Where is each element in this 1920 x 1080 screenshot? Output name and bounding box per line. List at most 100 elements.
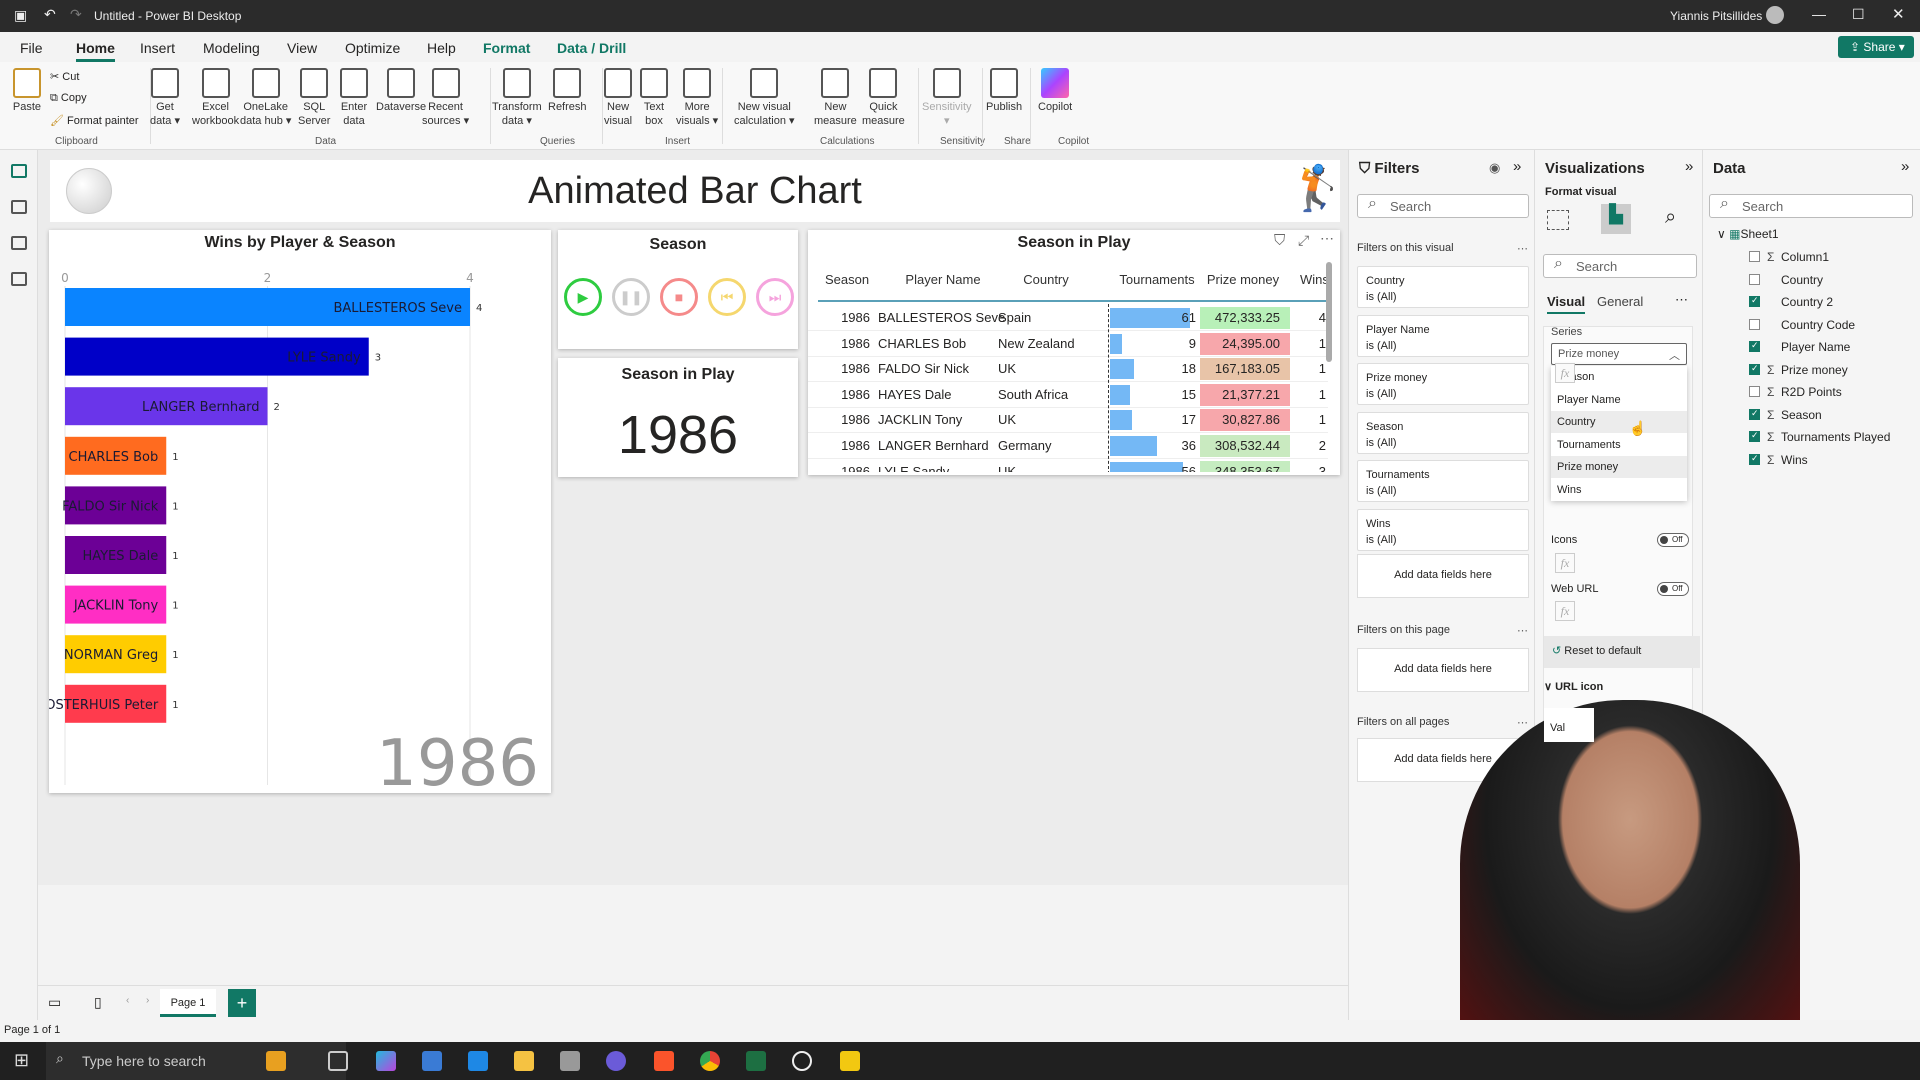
power-bi-icon[interactable] [840, 1051, 860, 1071]
table-row[interactable]: 1986 BALLESTEROS Seve Spain 61 472,333.25 4 [808, 306, 1328, 331]
ribbon-button-transform[interactable]: Transform data ▾ [492, 68, 542, 128]
column-header-season[interactable]: Season [816, 272, 878, 287]
field-checkbox[interactable] [1749, 318, 1760, 330]
filter-icon[interactable]: ⛉ [1274, 232, 1285, 249]
ribbon-button-new[interactable]: New visual [604, 68, 632, 128]
collapse-filters-icon[interactable]: » [1513, 158, 1521, 175]
tab-general[interactable]: General [1597, 294, 1643, 309]
report-canvas[interactable]: Animated Bar Chart 🏌 Wins by Player & Se… [38, 150, 1348, 985]
web-url-toggle[interactable]: Off [1657, 582, 1689, 596]
more-options-icon[interactable]: ⋯ [1320, 230, 1334, 247]
more-icon[interactable]: ⋯ [1517, 624, 1528, 637]
table-row[interactable]: 1986 LANGER Bernhard Germany 36 308,532.44 2 [808, 434, 1328, 459]
close-icon[interactable]: ✕ [1892, 5, 1905, 23]
add-page-button[interactable]: + [228, 989, 256, 1017]
table-row[interactable]: 1986 CHARLES Bob New Zealand 9 24,395.00 1 [808, 332, 1328, 357]
save-icon[interactable]: ▣ [14, 7, 27, 24]
field-wins[interactable]: Σ Wins [1749, 453, 1919, 471]
mobile-layout-icon[interactable]: ▯ [94, 994, 102, 1011]
app-icon[interactable] [560, 1051, 580, 1071]
ribbon-button-text[interactable]: Text box [640, 68, 668, 128]
ribbon-button-refresh[interactable]: Refresh [548, 68, 587, 114]
menu-help[interactable]: Help [427, 40, 456, 56]
field-country-code[interactable]: Country Code [1749, 318, 1919, 336]
table-scrollbar[interactable] [1326, 262, 1332, 362]
desktop-layout-icon[interactable]: ▭ [48, 994, 61, 1011]
series-option-player-name[interactable]: Player Name [1551, 388, 1687, 411]
app-icon[interactable] [792, 1051, 812, 1071]
task-view-icon[interactable] [328, 1051, 348, 1071]
field-checkbox[interactable] [1749, 408, 1760, 420]
series-option-prize-money[interactable]: Prize money [1551, 456, 1687, 478]
avatar[interactable] [1766, 6, 1784, 24]
copilot-icon[interactable] [376, 1051, 396, 1071]
format-painter-button[interactable]: 🖌 Format painter [50, 114, 139, 127]
series-option-wins[interactable]: Wins [1551, 478, 1687, 501]
paste-button[interactable]: Paste [10, 68, 44, 114]
ribbon-button-get[interactable]: Get data ▾ [150, 68, 180, 128]
news-icon[interactable] [266, 1051, 286, 1071]
brave-icon[interactable] [654, 1051, 674, 1071]
undo-icon[interactable]: ↶ [44, 6, 56, 23]
ribbon-button-sensitivity[interactable]: Sensitivity ▾ [922, 68, 972, 128]
dax-query-view-icon[interactable] [11, 272, 27, 286]
ribbon-button-recent[interactable]: Recent sources ▾ [422, 68, 469, 128]
column-header-country[interactable]: Country [998, 272, 1094, 287]
fx-button[interactable]: fx [1555, 363, 1575, 383]
ribbon-button-new[interactable]: New measure [814, 68, 857, 128]
menu-file[interactable]: File [20, 40, 43, 56]
menu-optimize[interactable]: Optimize [345, 40, 400, 56]
filter-card-wins[interactable]: Wins is (All) [1357, 508, 1529, 551]
tab-page-1[interactable]: Page 1 [160, 989, 216, 1017]
user-name[interactable]: Yiannis Pitsillides [1670, 9, 1762, 23]
previous-page-icon[interactable]: ‹ [126, 995, 129, 1006]
field-checkbox[interactable] [1749, 295, 1760, 307]
mail-icon[interactable] [468, 1051, 488, 1071]
next-page-icon[interactable]: › [146, 995, 149, 1006]
build-visual-icon[interactable] [1547, 210, 1569, 230]
menu-insert[interactable]: Insert [140, 40, 175, 56]
field-column1[interactable]: Σ Column1 [1749, 250, 1919, 268]
menu-view[interactable]: View [287, 40, 317, 56]
menu-format[interactable]: Format [483, 40, 530, 56]
more-icon[interactable]: ⋯ [1517, 716, 1528, 729]
reset-to-default-button[interactable]: ↺ Reset to default [1544, 636, 1700, 668]
ribbon-button-quick[interactable]: Quick measure [862, 68, 905, 128]
eye-icon[interactable]: ◉ [1489, 160, 1500, 176]
season-table-visual[interactable]: Season in Play ⛉ ⤢ ⋯ Season Player Name Co… [808, 230, 1340, 475]
filter-card-season[interactable]: Season is (All) [1357, 411, 1529, 454]
field-checkbox[interactable] [1749, 340, 1760, 352]
next-button[interactable]: ⏭ [756, 278, 794, 316]
model-view-icon[interactable] [11, 236, 27, 250]
bar-chart-visual[interactable]: Wins by Player & Season 0 2 4 BALLESTEROS S… [49, 230, 551, 793]
column-header-prize-money[interactable]: Prize money [1198, 272, 1288, 287]
web-url-fx-button[interactable]: fx [1555, 601, 1575, 621]
filter-card-tournaments[interactable]: Tournaments is (All) [1357, 460, 1529, 502]
filters-search-input[interactable]: Search [1357, 194, 1529, 218]
field-checkbox[interactable] [1749, 453, 1760, 465]
excel-icon[interactable] [746, 1051, 766, 1071]
field-r2d-points[interactable]: Σ R2D Points [1749, 385, 1919, 403]
copy-button[interactable]: ⧉ Copy [50, 92, 87, 105]
field-tournaments-played[interactable]: Σ Tournaments Played [1749, 430, 1919, 448]
add-page-filter-field[interactable]: Add data fields here [1357, 648, 1529, 692]
field-country-2[interactable]: Country 2 [1749, 295, 1919, 313]
stop-button[interactable]: ■ [660, 278, 698, 316]
season-card[interactable]: Season in Play 1986 [558, 358, 798, 477]
format-visual-icon[interactable]: ▙ [1601, 204, 1631, 234]
redo-icon[interactable]: ↷ [70, 6, 82, 23]
analytics-icon[interactable]: ⌕ [1665, 206, 1676, 229]
ribbon-button-new-visual[interactable]: New visual calculation ▾ [734, 68, 795, 128]
table-row[interactable]: 1986 FALDO Sir Nick UK 18 167,183.05 1 [808, 357, 1328, 383]
more-icon[interactable]: ⋯ [1517, 242, 1528, 255]
field-season[interactable]: Σ Season [1749, 408, 1919, 426]
table-row[interactable]: 1986 HAYES Dale South Africa 15 21,377.21 1 [808, 383, 1328, 408]
column-header-wins[interactable]: Wins [1300, 272, 1328, 287]
ribbon-button-copilot[interactable]: Copilot [1038, 68, 1072, 114]
filter-card-country[interactable]: Country is (All) [1357, 266, 1529, 308]
field-checkbox[interactable] [1749, 363, 1760, 375]
value-field[interactable]: Val [1544, 708, 1594, 742]
ribbon-button-enter[interactable]: Enter data [340, 68, 368, 128]
icons-toggle[interactable]: Off [1657, 533, 1689, 547]
table-row[interactable]: 1986 LYLE Sandy UK 56 348,353.67 3 [808, 460, 1328, 472]
